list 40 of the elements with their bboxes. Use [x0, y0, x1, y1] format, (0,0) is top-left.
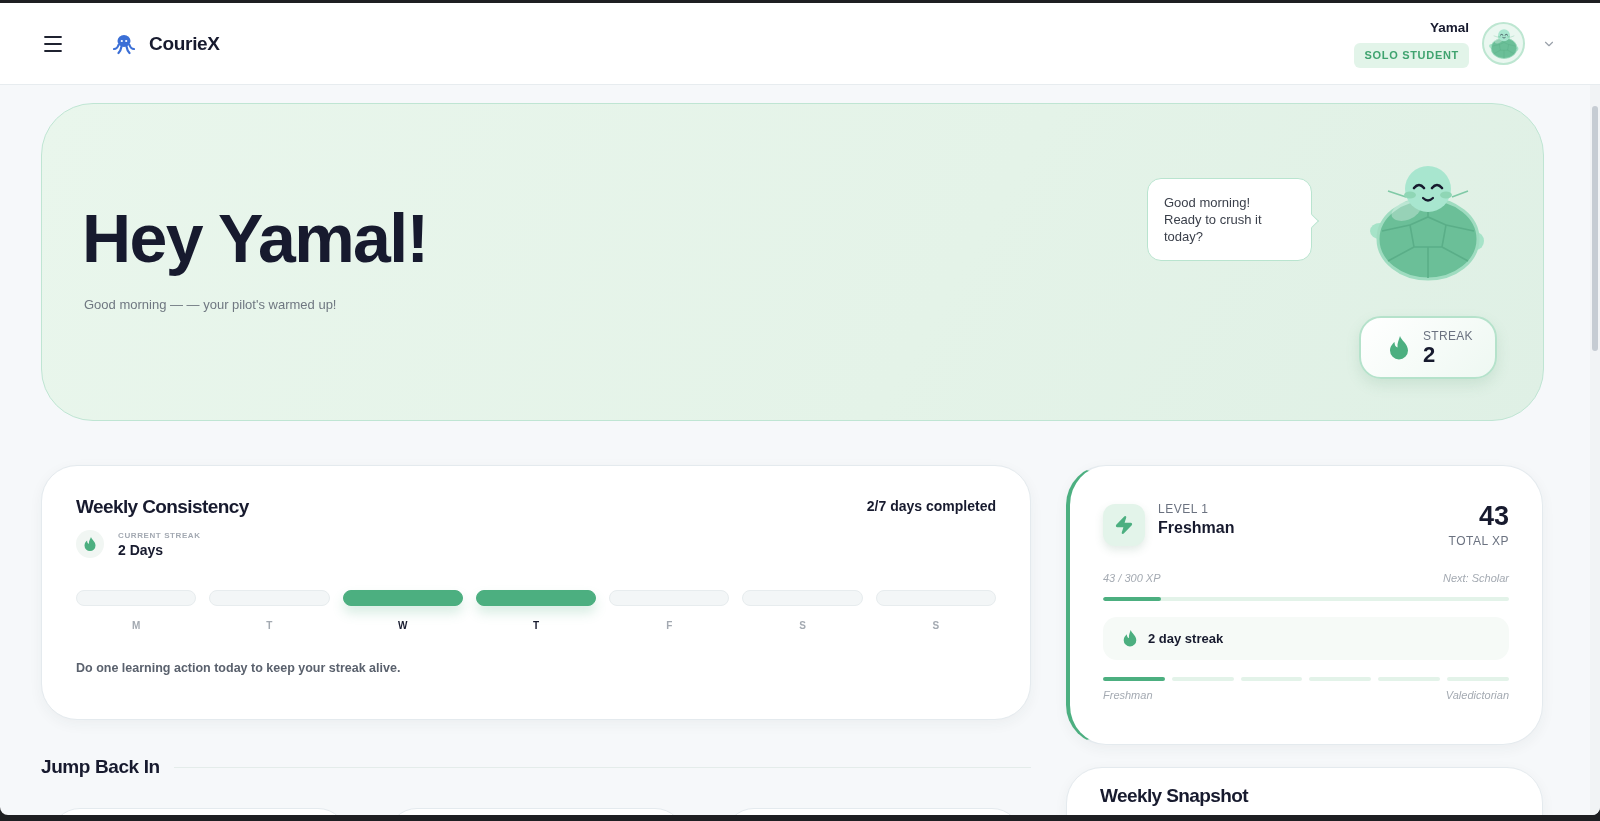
level-label: LEVEL 1 [1158, 502, 1210, 516]
rank-end-label: Valedictorian [1445, 689, 1509, 701]
total-xp-label: TOTAL XP [1448, 534, 1509, 548]
scrollbar-track[interactable] [1590, 85, 1600, 815]
app-name: CourieX [149, 32, 220, 55]
current-streak-label: CURRENT STREAK [118, 530, 201, 540]
day-label: S [932, 620, 940, 631]
turtle-avatar-icon [1487, 28, 1520, 59]
speech-bubble: Good morning! Ready to crush it today? [1147, 178, 1319, 261]
logo-link[interactable]: CourieX [113, 32, 220, 55]
day-label: T [266, 620, 273, 631]
next-rank-text: Next: Scholar [1442, 572, 1509, 584]
day-label: W [397, 620, 408, 631]
avatar-button[interactable] [1482, 22, 1525, 65]
streak-text: 2 day streak [1148, 631, 1224, 646]
rank-start-label: Freshman [1103, 689, 1153, 701]
octopus-logo-icon [113, 32, 135, 55]
streak-count: 2 [1423, 342, 1437, 367]
scrollbar-thumb[interactable] [1592, 106, 1598, 351]
card-title: Weekly Snapshot [1100, 785, 1250, 807]
rank-name: Freshman [1158, 519, 1235, 537]
streak-hint: Do one learning action today to keep your streak alive. [76, 661, 402, 675]
total-xp-value: 43 [1478, 502, 1509, 530]
bolt-icon [1103, 504, 1145, 546]
section-title: Jump Back In [41, 756, 160, 778]
flame-icon [76, 530, 104, 558]
current-streak-value: 2 Days [118, 541, 165, 558]
day-label: M [131, 620, 141, 631]
day-label: T [532, 620, 540, 631]
days-completed-text: 2/7 days completed [866, 498, 996, 514]
day-label: F [666, 620, 673, 631]
day-label: S [799, 620, 806, 631]
user-name: Yamal [1429, 19, 1469, 35]
plan-badge: SOLO STUDENT [1354, 42, 1469, 68]
streak-label: STREAK [1423, 328, 1473, 343]
card-title: Weekly Consistency [76, 496, 249, 518]
flame-icon [1123, 630, 1137, 647]
xp-progress-text: 43 / 300 XP [1103, 572, 1161, 584]
flame-icon [1389, 335, 1409, 360]
greeting-subtitle: Good morning — — your pilot's warmed up! [84, 297, 338, 312]
